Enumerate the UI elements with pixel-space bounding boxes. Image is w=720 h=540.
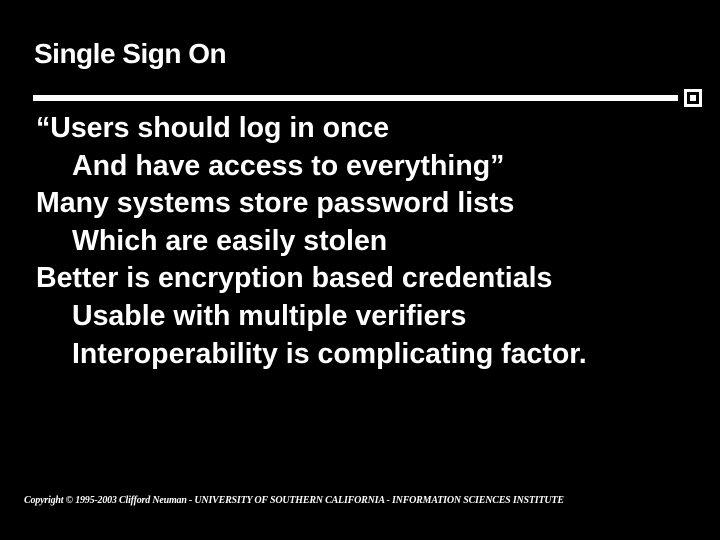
title-divider bbox=[33, 89, 702, 107]
body-line: Interoperability is complicating factor. bbox=[36, 336, 700, 374]
body-line: Many systems store password lists bbox=[36, 185, 700, 223]
body-line: Which are easily stolen bbox=[36, 223, 700, 261]
body-line: Better is encryption based credentials bbox=[36, 260, 700, 298]
body-line: “Users should log in once bbox=[36, 110, 700, 148]
slide: Single Sign On “Users should log in once… bbox=[0, 0, 720, 540]
body-line: Usable with multiple verifiers bbox=[36, 298, 700, 336]
body-line: And have access to everything” bbox=[36, 148, 700, 186]
divider-square-icon bbox=[684, 89, 702, 107]
divider-line bbox=[33, 95, 678, 101]
slide-title: Single Sign On bbox=[34, 38, 226, 70]
slide-footer: Copyright © 1995-2003 Clifford Neuman - … bbox=[24, 495, 564, 506]
slide-body: “Users should log in once And have acces… bbox=[36, 110, 700, 373]
